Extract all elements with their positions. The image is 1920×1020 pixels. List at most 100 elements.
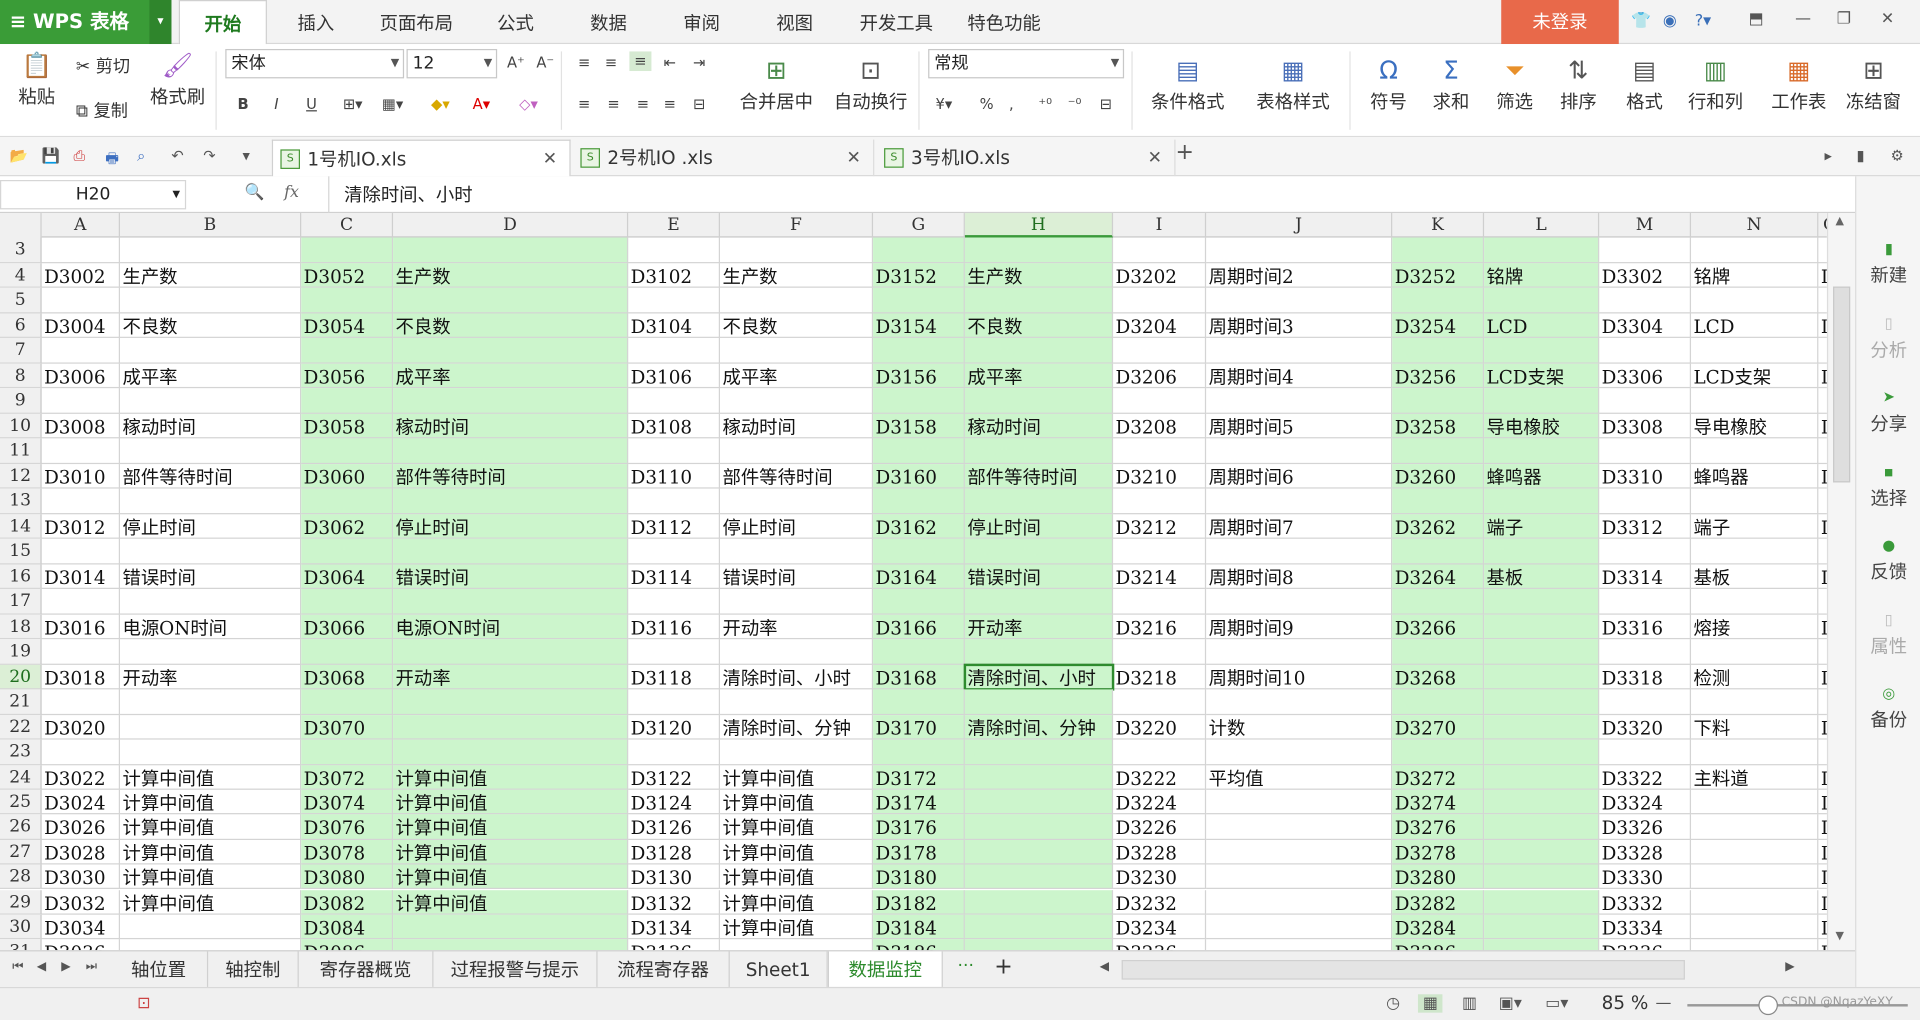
close-tab-icon[interactable]: ✕ [1148, 140, 1162, 177]
cell[interactable]: 计算中间值 [120, 864, 302, 890]
cell[interactable]: D [1818, 815, 1827, 840]
cell[interactable]: 错误时间 [120, 563, 302, 589]
cell[interactable]: D3270 [1392, 714, 1485, 740]
cell[interactable] [1484, 438, 1600, 464]
cell[interactable]: D3334 [1599, 914, 1692, 940]
cell[interactable] [1484, 914, 1600, 940]
cell[interactable] [41, 337, 121, 364]
print-icon[interactable]: 🖶 [105, 147, 119, 173]
cell[interactable]: D [1818, 263, 1827, 288]
cell[interactable]: 稼动时间 [393, 413, 629, 439]
row-header[interactable]: 5 [0, 287, 42, 313]
cell[interactable]: D3326 [1599, 814, 1692, 840]
cell[interactable] [41, 388, 121, 414]
cell[interactable] [1691, 889, 1819, 915]
column-header[interactable]: F [720, 213, 874, 238]
cell[interactable] [1113, 488, 1207, 514]
sheet-tab[interactable]: 轴控制 [208, 951, 299, 989]
cell[interactable] [1206, 739, 1393, 765]
cell[interactable] [1113, 739, 1207, 765]
cell[interactable]: 稼动时间 [120, 413, 302, 439]
cell[interactable] [628, 388, 721, 414]
cell[interactable]: 清除时间、分钟 [720, 714, 874, 740]
cell[interactable] [41, 739, 121, 765]
cell[interactable]: D3202 [1113, 262, 1207, 288]
cell[interactable]: D3056 [301, 363, 394, 389]
cell[interactable]: 计算中间值 [393, 789, 629, 815]
cell[interactable]: 错误时间 [393, 563, 629, 589]
cell[interactable] [1599, 287, 1692, 313]
cell[interactable]: D3284 [1392, 914, 1485, 940]
cell[interactable] [120, 337, 302, 364]
cell[interactable]: 清除时间、小时 [964, 664, 1114, 690]
row-header[interactable]: 22 [0, 714, 42, 740]
cell[interactable]: D [1818, 514, 1827, 539]
row-header[interactable]: 17 [0, 588, 42, 615]
cell[interactable]: D3066 [301, 614, 394, 640]
cell[interactable] [120, 438, 302, 464]
cell[interactable]: D [1818, 765, 1827, 790]
side-new-button[interactable]: ▮ 新建 [1856, 240, 1920, 288]
cell[interactable] [1818, 438, 1827, 464]
panel-icon[interactable]: ▮ [1856, 147, 1864, 164]
align-top-icon[interactable]: ≡ [578, 54, 590, 71]
cell[interactable] [1818, 388, 1827, 414]
cut-button[interactable]: ✂ 剪切 [76, 54, 130, 78]
scroll-thumb[interactable] [1833, 286, 1851, 483]
cell[interactable]: D3052 [301, 262, 394, 288]
font-color-icon[interactable]: A▾ [473, 96, 490, 113]
cell[interactable]: 开动率 [964, 614, 1114, 640]
cell[interactable] [720, 237, 874, 263]
cell[interactable]: 端子 [1691, 513, 1819, 539]
cell[interactable]: D3118 [628, 664, 721, 690]
cell[interactable] [120, 914, 302, 940]
cell[interactable] [301, 237, 394, 263]
cell[interactable] [964, 438, 1114, 464]
sheet-tab[interactable]: Sheet1 [730, 951, 828, 989]
table-style-button[interactable]: ▦ 表格样式 [1247, 56, 1340, 114]
fill-color-icon[interactable]: ◆▾ [431, 96, 450, 113]
cell[interactable]: D3168 [873, 664, 965, 690]
cell[interactable]: D3026 [41, 814, 121, 840]
freeze-button[interactable]: ⊞ 冻结窗 [1844, 56, 1903, 114]
skin-icon[interactable]: 👕 [1631, 12, 1651, 30]
scroll-down-icon[interactable]: ▼ [1836, 931, 1844, 943]
cell[interactable] [1484, 639, 1600, 665]
row-header[interactable]: 8 [0, 363, 42, 389]
cell[interactable] [41, 588, 121, 615]
merge-center-button[interactable]: ⊞ 合并居中 [732, 56, 820, 114]
row-header[interactable]: 14 [0, 513, 42, 539]
cell[interactable] [628, 639, 721, 665]
cell[interactable] [301, 438, 394, 464]
cell[interactable]: D3214 [1113, 563, 1207, 589]
menu-tab[interactable]: 公式 [480, 0, 551, 44]
cell[interactable]: 计算中间值 [120, 789, 302, 815]
file-tab[interactable]: S 2号机IO .xls ✕ [573, 139, 875, 177]
cell[interactable]: D3054 [301, 312, 394, 338]
function-icon[interactable]: fx [284, 184, 299, 202]
row-header[interactable]: 15 [0, 538, 42, 564]
cell[interactable] [1599, 689, 1692, 715]
cell[interactable]: D3206 [1113, 363, 1207, 389]
column-header[interactable]: A [42, 213, 121, 238]
file-tab[interactable]: S 3号机IO.xls ✕ [877, 139, 1176, 177]
row-header[interactable]: 28 [0, 864, 42, 890]
cell[interactable]: 停止时间 [120, 513, 302, 539]
cell[interactable] [1113, 639, 1207, 665]
cell[interactable] [964, 739, 1114, 765]
cell[interactable] [964, 789, 1114, 815]
cell[interactable] [120, 689, 302, 715]
settings-icon[interactable]: ⚙ [1891, 147, 1904, 164]
next-sheet-icon[interactable]: ▶ [61, 960, 70, 973]
cell[interactable] [393, 438, 629, 464]
cell[interactable]: 导电橡胶 [1484, 413, 1600, 439]
cell[interactable] [873, 287, 965, 313]
cell[interactable]: 熔接 [1691, 614, 1819, 640]
cell[interactable] [41, 689, 121, 715]
cell[interactable] [1484, 614, 1600, 640]
cell[interactable]: D3304 [1599, 312, 1692, 338]
column-header[interactable]: O [1818, 213, 1827, 237]
side-feedback-button[interactable]: ● 反馈 [1856, 536, 1920, 584]
cell[interactable] [1484, 939, 1600, 951]
cell[interactable] [41, 639, 121, 665]
